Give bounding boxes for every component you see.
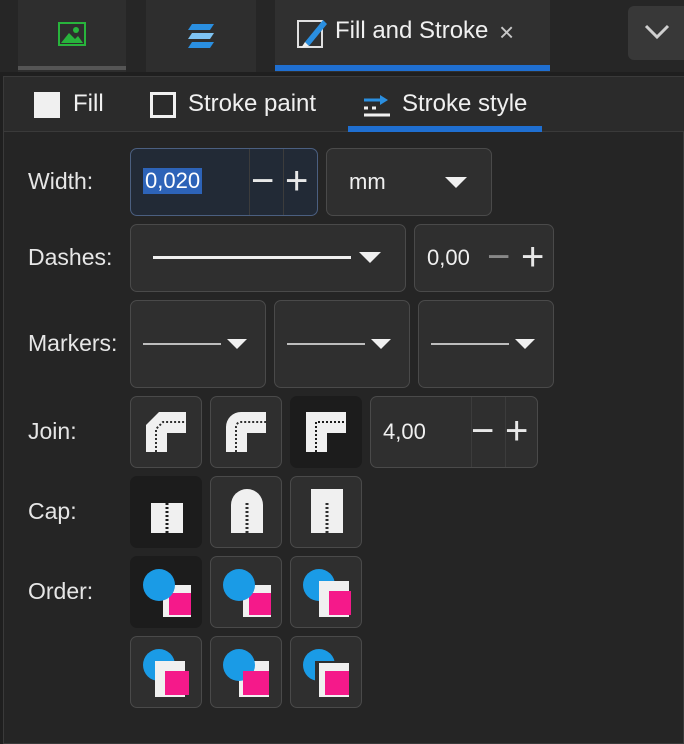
stroke-swatch-icon — [150, 92, 176, 118]
bevel-join-icon — [146, 412, 186, 452]
tab-stroke-paint[interactable]: Stroke paint — [150, 90, 330, 126]
paint-order-icon — [303, 569, 351, 617]
fill-stroke-icon — [297, 20, 327, 48]
butt-cap-button[interactable] — [130, 476, 202, 548]
paint-order-icon — [223, 649, 269, 697]
order-markers-fill-stroke-button[interactable] — [130, 636, 202, 708]
order-fill-markers-stroke-button[interactable] — [290, 556, 362, 628]
paint-order-icon — [303, 649, 349, 697]
dock-tab-active-indicator — [275, 65, 550, 71]
no-marker-icon — [287, 343, 365, 345]
order-stroke-fill-markers-button[interactable] — [210, 556, 282, 628]
image-icon — [58, 22, 86, 46]
square-cap-icon — [311, 489, 343, 533]
dock-tab-image[interactable] — [18, 0, 126, 72]
round-join-button[interactable] — [210, 396, 282, 468]
stroke-style-icon — [364, 95, 390, 117]
layers-icon — [188, 24, 214, 48]
dash-offset-minus-button[interactable]: − — [487, 237, 510, 277]
dock-tab-layers[interactable] — [146, 0, 256, 72]
round-cap-button[interactable] — [210, 476, 282, 548]
chevron-down-icon — [644, 24, 670, 40]
round-join-icon — [226, 412, 266, 452]
chevron-down-icon — [227, 339, 247, 349]
width-label: Width: — [28, 168, 94, 194]
paint-order-icon — [223, 569, 271, 617]
no-marker-icon — [431, 343, 509, 345]
tab-stroke-style-label: Stroke style — [402, 90, 528, 117]
dash-offset-spinbox[interactable]: 0,00 − + — [414, 224, 554, 292]
tab-fill-label: Fill — [73, 90, 104, 117]
order-stroke-markers-fill-button[interactable] — [210, 636, 282, 708]
tab-stroke-style-indicator — [348, 126, 542, 132]
dash-pattern-dropdown[interactable] — [130, 224, 406, 292]
fill-swatch-icon — [34, 92, 60, 118]
order-markers-stroke-fill-button[interactable] — [290, 636, 362, 708]
start-marker-dropdown[interactable] — [130, 300, 266, 388]
order-label: Order: — [28, 578, 94, 604]
mid-marker-dropdown[interactable] — [274, 300, 410, 388]
width-input[interactable]: 0,020 — [143, 168, 203, 194]
tab-stroke-style[interactable]: Stroke style — [362, 90, 542, 126]
solid-line-icon — [153, 256, 351, 259]
width-minus-button[interactable]: − — [251, 161, 274, 201]
dash-offset-input[interactable]: 0,00 — [427, 245, 470, 271]
close-icon[interactable]: × — [499, 17, 514, 48]
dock-more-button[interactable] — [628, 6, 684, 60]
no-marker-icon — [143, 343, 221, 345]
miter-join-button[interactable] — [290, 396, 362, 468]
chevron-down-icon — [445, 177, 467, 188]
square-cap-button[interactable] — [290, 476, 362, 548]
bevel-join-button[interactable] — [130, 396, 202, 468]
dock-tab-fill-stroke[interactable]: Fill and Stroke × — [275, 0, 550, 72]
paint-order-icon — [143, 649, 189, 697]
miter-limit-minus-button[interactable]: − — [471, 411, 494, 451]
tab-stroke-paint-label: Stroke paint — [188, 90, 317, 117]
miter-limit-plus-button[interactable]: + — [505, 411, 528, 451]
miter-join-icon — [306, 412, 346, 452]
chevron-down-icon — [371, 339, 391, 349]
butt-cap-icon — [151, 503, 183, 533]
order-fill-stroke-markers-button[interactable] — [130, 556, 202, 628]
miter-limit-spinbox[interactable]: 4,00 − + — [370, 396, 538, 468]
width-plus-button[interactable]: + — [285, 161, 308, 201]
dash-offset-plus-button[interactable]: + — [521, 237, 544, 277]
chevron-down-icon — [515, 339, 535, 349]
width-spinbox[interactable]: 0,020 − + — [130, 148, 318, 216]
unit-value: mm — [349, 169, 386, 194]
paint-order-icon — [143, 569, 191, 617]
dock-tab-label: Fill and Stroke — [335, 17, 489, 44]
markers-label: Markers: — [28, 330, 118, 356]
end-marker-dropdown[interactable] — [418, 300, 554, 388]
chevron-down-icon — [359, 252, 381, 263]
dock-tab-image-indicator — [18, 66, 126, 70]
width-separator-2 — [283, 149, 284, 215]
unit-dropdown[interactable]: mm — [326, 148, 492, 216]
join-label: Join: — [28, 418, 77, 444]
miter-limit-input[interactable]: 4,00 — [383, 419, 426, 445]
cap-label: Cap: — [28, 498, 77, 524]
width-separator — [249, 149, 250, 215]
round-cap-icon — [231, 489, 263, 533]
dashes-label: Dashes: — [28, 244, 113, 270]
